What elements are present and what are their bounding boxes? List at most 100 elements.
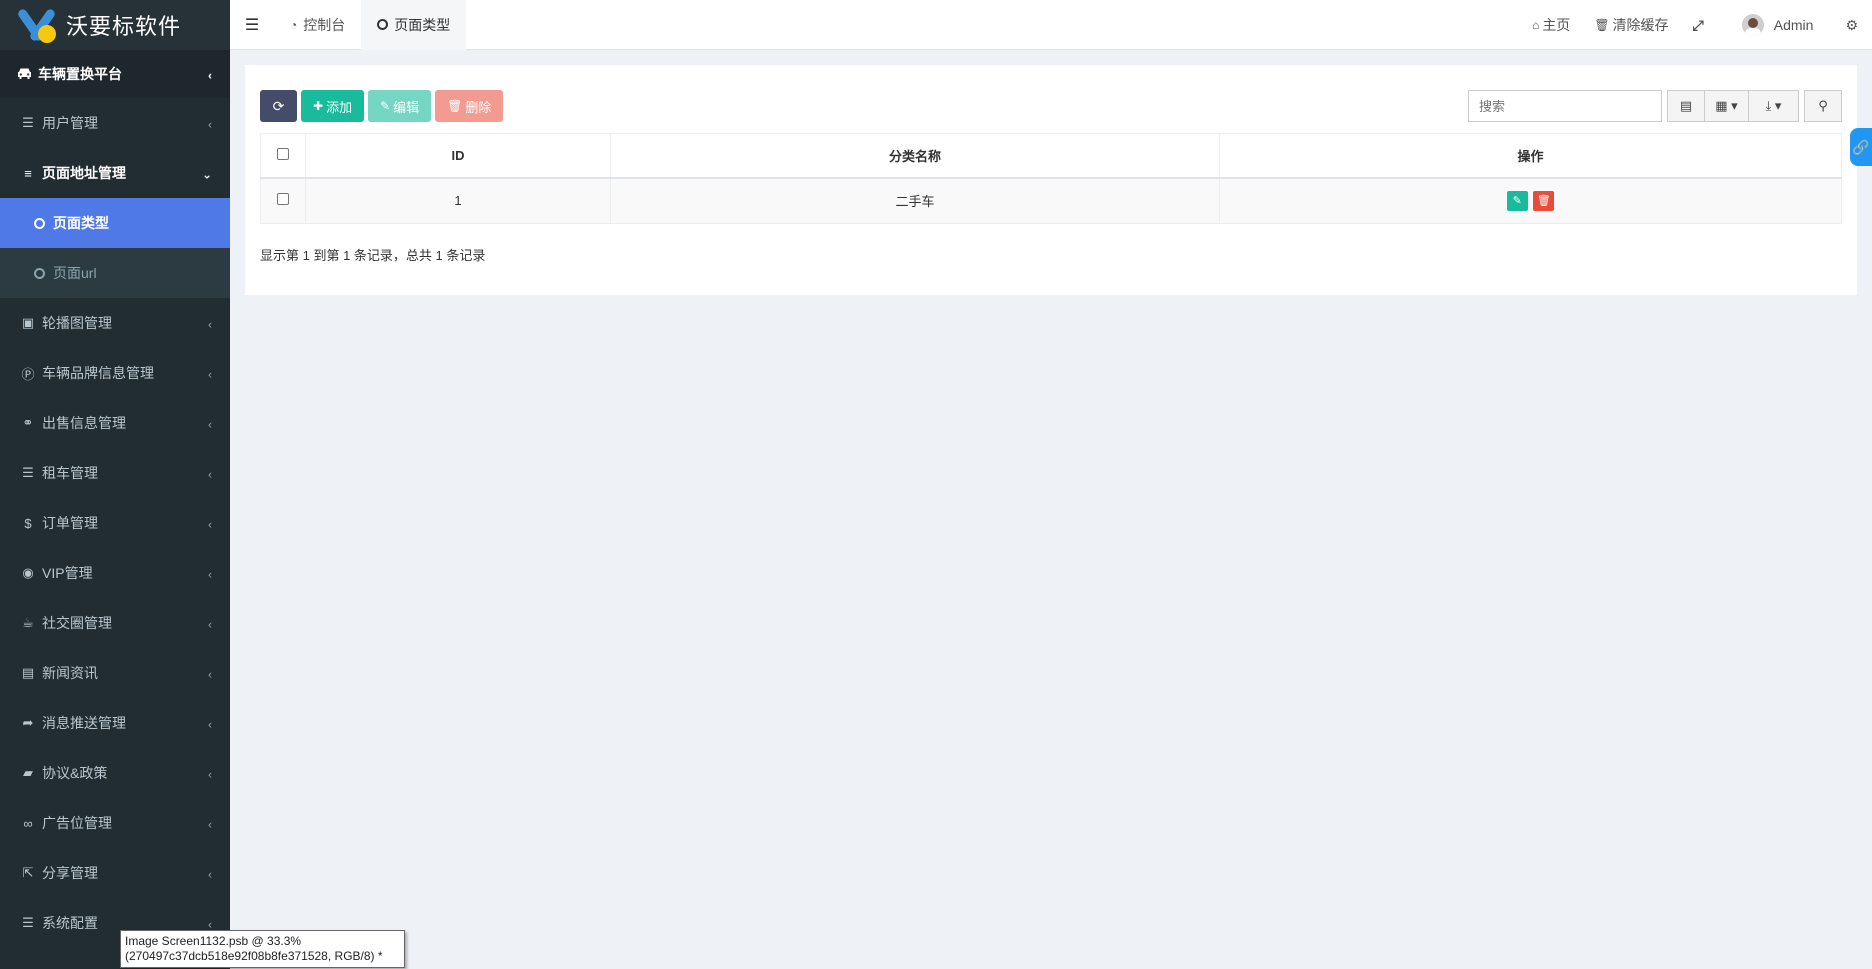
export-icon: ⤓ ▾: [1765, 98, 1782, 113]
sidebar-header-platform[interactable]: 车辆置换平台 ‹: [0, 50, 230, 98]
clear-cache-button[interactable]: 🗑 清除缓存: [1582, 15, 1680, 35]
coffee-icon: ☕: [22, 615, 34, 630]
tab-label: 控制台: [303, 16, 346, 33]
row-edit-button[interactable]: ✎: [1506, 190, 1528, 211]
pagination-info: 显示第 1 到第 1 条记录，总共 1 条记录: [260, 248, 486, 263]
row-checkbox[interactable]: [277, 193, 289, 206]
sidebar-item-carousel[interactable]: ▣ 轮播图管理 ‹: [0, 298, 230, 348]
sidebar-item-vip[interactable]: ◉ VIP管理 ‹: [0, 548, 230, 598]
settings-button[interactable]: ⚙: [1825, 17, 1872, 34]
view-toggle-group: ▤ ▦ ▾ ⤓ ▾: [1667, 90, 1799, 122]
cell-actions: ✎ 🗑: [1219, 177, 1842, 224]
chevron-left-icon: ‹: [208, 467, 212, 482]
floating-link-tab[interactable]: 🔗: [1850, 128, 1872, 166]
file-icon: ▤: [21, 665, 35, 680]
sidebar-item-label: 订单管理: [42, 515, 98, 531]
sidebar-item-label: 车辆品牌信息管理: [42, 365, 154, 381]
expand-icon: ⤢: [1692, 16, 1704, 33]
column-header-name[interactable]: 分类名称: [610, 133, 1220, 179]
edit-label: 编辑: [393, 99, 420, 115]
logo-text: 沃要标软件: [66, 15, 182, 40]
user-name: Admin: [1773, 17, 1814, 33]
sidebar-item-ads[interactable]: ∞ 广告位管理 ‹: [0, 798, 230, 848]
logo[interactable]: 沃要标软件: [0, 0, 230, 50]
sidebar-item-sale[interactable]: ⚭ 出售信息管理 ‹: [0, 398, 230, 448]
row-delete-button[interactable]: 🗑: [1533, 190, 1555, 211]
export-dropdown-button[interactable]: ⤓ ▾: [1749, 90, 1799, 122]
columns-dropdown-button[interactable]: ▦ ▾: [1705, 90, 1749, 122]
list-icon: ☰: [22, 465, 34, 480]
sidebar-item-push[interactable]: ➦ 消息推送管理 ‹: [0, 698, 230, 748]
table-row[interactable]: 1 二手车 ✎ 🗑: [260, 177, 1842, 224]
sidebar-item-label: VIP管理: [42, 565, 93, 581]
book-icon: ▰: [23, 765, 33, 780]
sidebar-item-rental[interactable]: ☰ 租车管理 ‹: [0, 448, 230, 498]
chevron-left-icon: ‹: [208, 117, 212, 132]
column-header-id[interactable]: ID: [305, 133, 611, 179]
chevron-left-icon: ‹: [208, 367, 212, 382]
pencil-icon: ✎: [380, 99, 391, 113]
parking-icon: Ⓟ: [21, 366, 35, 382]
chevron-down-icon: ⌄: [201, 167, 212, 182]
dollar-icon: $: [24, 515, 32, 531]
sidebar-subitem-page-url[interactable]: 页面url: [0, 248, 230, 298]
delete-label: 删除: [465, 99, 492, 115]
delete-button[interactable]: 🗑 删除: [435, 90, 504, 122]
tab-dashboard[interactable]: ◔ 控制台: [274, 0, 361, 50]
search-button[interactable]: ⚲: [1804, 90, 1842, 122]
sidebar-item-label: 页面地址管理: [42, 165, 126, 181]
sidebar-item-brand[interactable]: Ⓟ 车辆品牌信息管理 ‹: [0, 348, 230, 398]
column-header-actions: 操作: [1219, 133, 1842, 179]
chevron-left-icon: ‹: [208, 867, 212, 882]
topbar: ☰ ◔ 控制台 页面类型 ⌂ 主页 🗑 清除缓存 ⤢ Admin ⚙: [230, 0, 1872, 50]
search-input[interactable]: [1468, 90, 1662, 122]
home-link[interactable]: ⌂ 主页: [1520, 15, 1582, 35]
sidebar: 沃要标软件 车辆置换平台 ‹ ☰ 用户管理 ‹ ≡ 页面地址管理 ⌄ 页面类型 …: [0, 0, 230, 969]
sidebar-item-social[interactable]: ☕ 社交圈管理 ‹: [0, 598, 230, 648]
sidebar-subitem-page-type[interactable]: 页面类型: [0, 198, 230, 248]
sidebar-item-label: 出售信息管理: [42, 415, 126, 431]
sidebar-item-news[interactable]: ▤ 新闻资讯 ‹: [0, 648, 230, 698]
sidebar-item-label: 用户管理: [42, 115, 98, 131]
select-all-checkbox[interactable]: [277, 147, 289, 160]
sidebar-item-label: 协议&政策: [42, 765, 108, 781]
sidebar-item-label: 社交圈管理: [42, 615, 112, 631]
plus-icon: ✚: [313, 99, 324, 113]
sidebar-item-users[interactable]: ☰ 用户管理 ‹: [0, 98, 230, 148]
sidebar-item-label: 广告位管理: [42, 815, 112, 831]
sidebar-item-orders[interactable]: $ 订单管理 ‹: [0, 498, 230, 548]
sidebar-toggle-icon[interactable]: ☰: [230, 15, 274, 35]
sidebar-item-share[interactable]: ⇱ 分享管理 ‹: [0, 848, 230, 898]
handshake-icon: ⚭: [22, 415, 34, 430]
refresh-button[interactable]: ⟳: [260, 90, 297, 122]
add-label: 添加: [326, 99, 353, 115]
sidebar-subitem-label: 页面url: [53, 265, 97, 281]
user-menu[interactable]: Admin: [1716, 14, 1826, 36]
car-icon: [16, 66, 32, 82]
sidebar-item-label: 新闻资讯: [42, 665, 98, 681]
edit-button[interactable]: ✎ 编辑: [368, 90, 432, 122]
tab-page-type[interactable]: 页面类型: [361, 0, 467, 50]
add-button[interactable]: ✚ 添加: [301, 90, 365, 122]
clear-cache-label: 清除缓存: [1612, 17, 1669, 33]
chevron-left-icon: ‹: [208, 617, 212, 632]
data-table: ID 分类名称 操作 1 二手车 ✎ 🗑: [260, 133, 1842, 224]
sidebar-item-policy[interactable]: ▰ 协议&政策 ‹: [0, 748, 230, 798]
fullscreen-button[interactable]: ⤢: [1681, 17, 1716, 34]
tooltip-line-2: (270497c37dcb518e92f08b8fe371528, RGB/8)…: [125, 949, 383, 963]
list-icon: ☰: [22, 115, 34, 130]
toggle-view-button[interactable]: ▤: [1667, 90, 1705, 122]
chevron-left-icon: ‹: [208, 68, 212, 83]
refresh-icon: ⟳: [272, 97, 285, 114]
circle-icon: [377, 19, 389, 30]
share-square-icon: ⇱: [22, 865, 34, 880]
tab-label: 页面类型: [394, 16, 451, 33]
home-label: 主页: [1542, 17, 1571, 33]
sidebar-item-label: 消息推送管理: [42, 715, 126, 731]
tooltip: Image Screen1132.psb @ 33.3% (270497c37d…: [120, 930, 405, 968]
chevron-left-icon: ‹: [208, 517, 212, 532]
sidebar-item-label: 轮播图管理: [42, 315, 112, 331]
sidebar-item-page-address[interactable]: ≡ 页面地址管理 ⌄: [0, 148, 230, 198]
list-icon: ☰: [22, 915, 34, 930]
dashboard-icon: ◔: [290, 17, 298, 32]
